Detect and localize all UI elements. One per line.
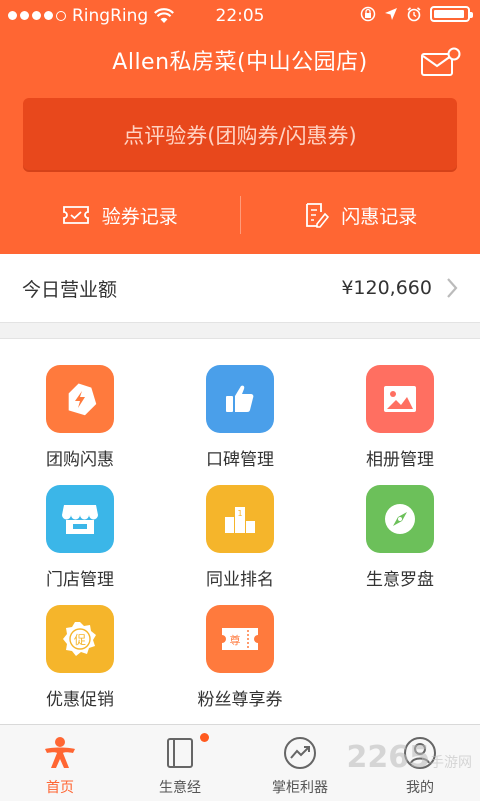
- tile-album-icon-bg: [366, 365, 434, 433]
- tab-business-badge: [200, 733, 209, 742]
- watermark-sub: 手游网: [430, 755, 472, 771]
- lock-rotation-icon: [360, 6, 376, 22]
- today-revenue-row[interactable]: 今日营业额 ¥120,660: [0, 254, 480, 323]
- header: RingRing 22:05: [0, 0, 480, 254]
- tile-fan-coupon[interactable]: 尊 粉丝尊享券: [160, 579, 320, 699]
- tab-tools-label: 掌柜利器: [240, 777, 360, 797]
- tab-business[interactable]: 生意经: [120, 725, 240, 801]
- status-bar: RingRing 22:05: [0, 0, 480, 34]
- photo-icon: [382, 384, 418, 414]
- tile-compass-label: 生意罗盘: [320, 565, 480, 590]
- chevron-right-icon: [446, 277, 458, 299]
- promo-badge-icon: 促: [61, 620, 99, 658]
- location-arrow-icon: [384, 7, 398, 21]
- book-icon: [162, 735, 198, 771]
- tile-promotion-icon-bg: 促: [46, 605, 114, 673]
- svg-text:促: 促: [74, 633, 86, 647]
- tab-business-label: 生意经: [120, 777, 240, 797]
- mail-icon[interactable]: [418, 46, 462, 78]
- watermark-main: 2265: [347, 740, 431, 775]
- status-right: [360, 6, 470, 22]
- tile-ranking-icon-bg: 1: [206, 485, 274, 553]
- tile-compass[interactable]: 生意罗盘: [320, 459, 480, 579]
- tile-promotion[interactable]: 促 优惠促销: [0, 579, 160, 699]
- verify-coupon-button[interactable]: 点评验券(团购券/闪惠券): [23, 98, 457, 172]
- thumbs-up-icon: [222, 381, 258, 417]
- tile-store-icon-bg: [46, 485, 114, 553]
- tag-bolt-icon: [60, 379, 100, 419]
- records-row: 验券记录 闪惠记录: [0, 190, 480, 240]
- flash-record-label: 闪惠记录: [341, 202, 417, 229]
- storefront-icon: [60, 501, 100, 537]
- feature-grid: 团购闪惠 口碑管理 相册管理: [0, 338, 480, 725]
- ticket-check-icon: [62, 204, 90, 226]
- store-title: Allen私房菜(中山公园店): [0, 44, 480, 76]
- tile-reputation[interactable]: 口碑管理: [160, 339, 320, 459]
- tile-group-buy[interactable]: 团购闪惠: [0, 339, 160, 459]
- tab-tools[interactable]: 掌柜利器: [240, 725, 360, 801]
- tile-ranking[interactable]: 1 同业排名: [160, 459, 320, 579]
- revenue-label: 今日营业额: [22, 275, 117, 302]
- tab-home-label: 首页: [0, 777, 120, 797]
- svg-text:尊: 尊: [230, 633, 241, 647]
- verify-coupon-label: 点评验券(团购券/闪惠券): [123, 120, 356, 150]
- verify-record-label: 验券记录: [102, 202, 178, 229]
- watermark: 2265手游网: [347, 740, 473, 775]
- tile-promotion-label: 优惠促销: [0, 685, 160, 710]
- tile-album[interactable]: 相册管理: [320, 339, 480, 459]
- flash-record-button[interactable]: 闪惠记录: [241, 190, 480, 240]
- tile-store[interactable]: 门店管理: [0, 459, 160, 579]
- tile-fan-coupon-icon-bg: 尊: [206, 605, 274, 673]
- trend-icon: [282, 735, 318, 771]
- tile-group-buy-icon-bg: [46, 365, 114, 433]
- tab-home[interactable]: 首页: [0, 725, 120, 801]
- vip-ticket-icon: 尊: [220, 624, 260, 654]
- home-person-icon: [42, 735, 78, 771]
- revenue-value: ¥120,660: [341, 277, 432, 299]
- battery-icon: [430, 6, 470, 22]
- tab-mine-label: 我的: [360, 777, 480, 797]
- tile-compass-icon-bg: [366, 485, 434, 553]
- tile-reputation-icon-bg: [206, 365, 274, 433]
- svg-text:1: 1: [237, 509, 242, 518]
- verify-record-button[interactable]: 验券记录: [0, 190, 240, 240]
- tile-fan-coupon-label: 粉丝尊享券: [160, 685, 320, 710]
- compass-icon: [382, 501, 418, 537]
- podium-icon: 1: [222, 501, 258, 537]
- receipt-edit-icon: [303, 202, 329, 228]
- alarm-icon: [406, 6, 422, 22]
